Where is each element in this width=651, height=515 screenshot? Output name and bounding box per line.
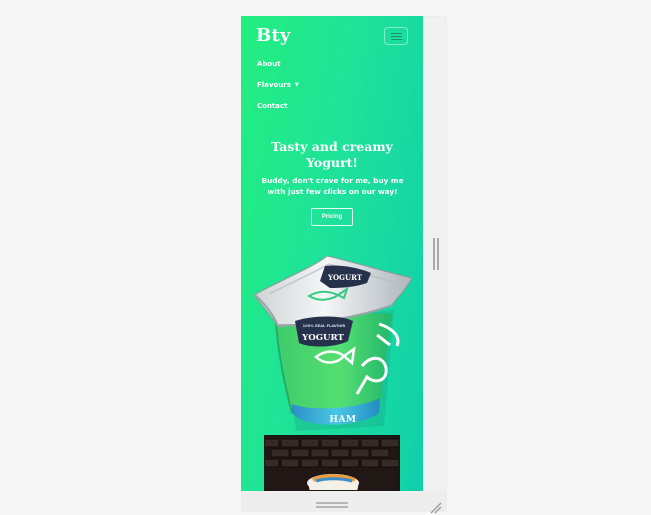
hamburger-menu-button[interactable]: [384, 27, 408, 45]
resize-corner-icon[interactable]: [427, 499, 443, 515]
preview-bottom-bar: [241, 492, 447, 512]
pricing-button[interactable]: Pricing: [311, 208, 353, 226]
nav-item-flavours[interactable]: Flavours ▼: [257, 81, 299, 89]
vertical-scrollbar-icon: [437, 238, 439, 270]
hamburger-menu-icon: [391, 36, 402, 37]
nav-item-label: Flavours: [257, 81, 291, 89]
vertical-scrollbar[interactable]: [432, 238, 439, 270]
cup-tagline-label: 100% REAL FLAVOUR: [303, 324, 346, 328]
mobile-page-viewport[interactable]: Bty About Flavours ▼ Contact Tasty and cr…: [241, 16, 423, 491]
nav-item-label: About: [257, 60, 281, 68]
drag-handle[interactable]: [316, 502, 348, 508]
nav-item-label: Contact: [257, 102, 288, 110]
nav-item-about[interactable]: About: [257, 60, 281, 68]
yogurt-photo-image: [265, 436, 400, 491]
lid-yogurt-label: YOGURT: [327, 273, 363, 282]
hero-description: Buddy, don't crave for me, buy me with j…: [258, 175, 407, 197]
cup-yogurt-label: YOGURT: [301, 333, 344, 343]
brand-logo[interactable]: Bty: [256, 26, 291, 46]
drag-handle-icon: [316, 506, 348, 508]
dropdown-caret-icon: ▼: [295, 81, 299, 89]
drag-handle-icon: [316, 502, 348, 504]
hamburger-menu-icon: [391, 33, 402, 34]
browser-preview-stage: Bty About Flavours ▼ Contact Tasty and cr…: [0, 0, 651, 512]
page-header: Bty: [241, 16, 423, 58]
hamburger-menu-icon: [391, 39, 402, 40]
vertical-scrollbar-icon: [433, 238, 435, 270]
hero-title: Tasty and creamy Yogurt!: [261, 139, 403, 171]
product-photo-card: [264, 435, 400, 491]
yogurt-cup-image: YOGURT 100% REAL FLAVOUR YOGURT HAM: [247, 253, 418, 438]
nav-item-contact[interactable]: Contact: [257, 102, 288, 110]
cup-flavour-label: HAM: [329, 415, 356, 425]
